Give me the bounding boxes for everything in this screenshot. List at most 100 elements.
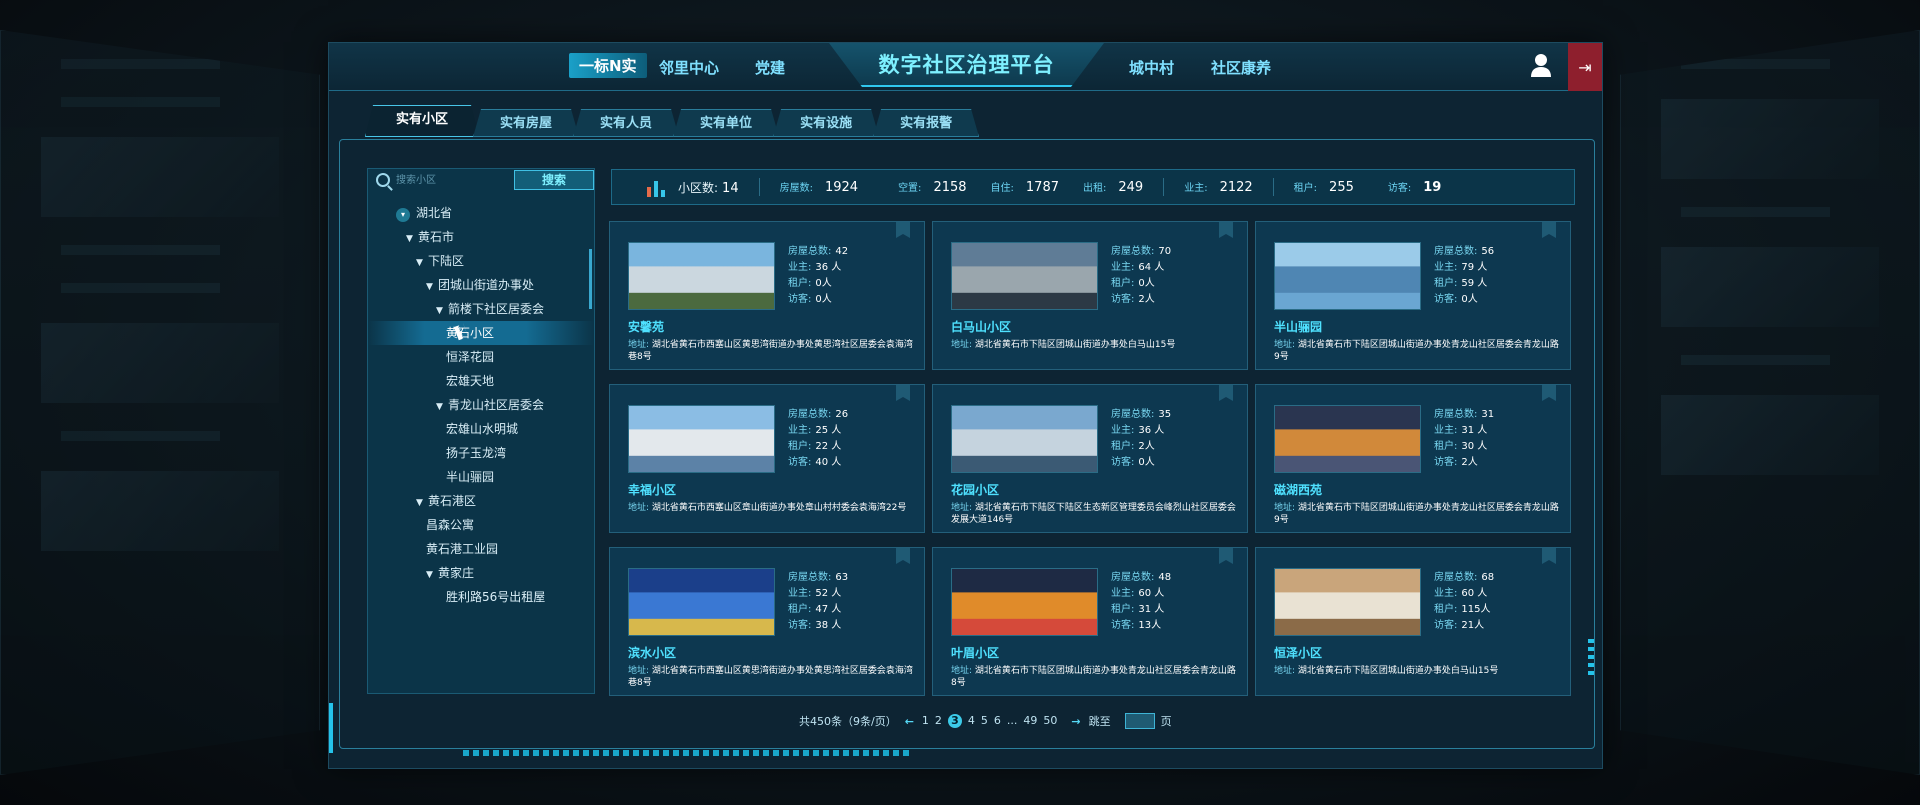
community-card[interactable]: 房屋总数: 26 业主: 25 人租户: 22 人访客: 40 人幸福小区 地址: 湖北省黄… [609,384,925,533]
nav-dangjian[interactable]: 党建 [755,57,785,78]
bookmark-icon[interactable] [896,385,910,401]
tree-node[interactable]: ▼ 团城山街道办事处 [368,273,594,297]
community-card[interactable]: 房屋总数: 56 业主: 79 人租户: 59 人访客: 0人 半山骊园 地址: 湖北省黄石市… [1255,221,1571,370]
tree-node[interactable]: 恒泽花园 [368,345,594,369]
tab-shiyou-sheshi[interactable]: 实有设施 [773,109,879,137]
frame-deco-left [329,703,333,753]
tree-node[interactable]: 黄石港工业园 [368,537,594,561]
nav-chengzhongcun[interactable]: 城中村 [1129,57,1174,78]
tree-node[interactable]: 宏雄天地 [368,369,594,393]
community-card[interactable]: 房屋总数: 48 业主: 60 人租户: 31 人访客: 13人 叶眉小区 地址: 湖北省黄石… [932,547,1248,696]
bookmark-icon[interactable] [1219,222,1233,238]
bookmark-icon[interactable] [1542,548,1556,564]
logout-icon[interactable]: ⇥ [1568,43,1602,91]
stat-divider [758,178,760,196]
community-name[interactable]: 叶眉小区 [951,644,999,661]
page-number[interactable]: 49 [1023,714,1037,727]
tab-shiyou-danwei[interactable]: 实有单位 [673,109,779,137]
visitors-label: 访客: [1111,457,1135,468]
address-value: 湖北省黄石市下陆区团城山街道办事处白马山15号 [1297,666,1499,676]
community-address: 地址: 湖北省黄石市下陆区下陆区生态新区管理委员会峰烈山社区居委会发展大道146… [951,502,1241,526]
tenants-value: 0人 [815,278,832,289]
community-name[interactable]: 安馨苑 [628,318,664,335]
community-name[interactable]: 幸福小区 [628,481,676,498]
page-number[interactable]: 50 [1043,714,1057,727]
community-card[interactable]: 房屋总数: 35 业主: 36 人租户: 2人 访客: 0人花园小区地址: 湖北省黄石市下陆… [932,384,1248,533]
user-icon[interactable] [1530,53,1552,77]
prev-page-icon[interactable]: ← [905,715,914,728]
nav-linli[interactable]: 邻里中心 [659,57,719,78]
page-number[interactable]: 4 [968,714,975,727]
search-input[interactable] [396,171,508,189]
stats-bar: 小区数: 14 房屋数: 1924 空置: 2158 自住: 1787 出租: 249 … [611,169,1575,205]
region-tree: ▾ 湖北省 ▼ 黄石市 ▼ 下陆区 ▼ 团城山街道办事处 ▼ 箭楼下社区居委会 黄石小区 恒泽花园 宏雄… [368,201,594,691]
tree-node[interactable]: ▾ 湖北省 [368,201,594,225]
tree-node[interactable]: 半山骊园 [368,465,594,489]
community-name[interactable]: 磁湖西苑 [1274,481,1322,498]
nav-yibiao[interactable]: 一标N实 [569,53,647,78]
community-name[interactable]: 恒泽小区 [1274,644,1322,661]
community-card[interactable]: 房屋总数: 31 业主: 31 人租户: 30 人访客: 2人 磁湖西苑 地址: 湖北省黄石市… [1255,384,1571,533]
owners-value: 60 人 [1138,588,1165,599]
tree-node[interactable]: 胜利路56号出租屋 [368,585,594,609]
stat-owners-value: 2122 [1219,180,1253,195]
card-stats: 房屋总数: 35 业主: 36 人租户: 2人 访客: 0人 [1111,407,1171,471]
bookmark-icon[interactable] [1542,385,1556,401]
community-address: 地址: 湖北省黄石市西塞山区章山街道办事处章山村村委会袁海湾22号 [628,502,918,514]
address-label: 地址: [628,340,650,350]
address-value: 湖北省黄石市下陆区下陆区生态新区管理委员会峰烈山社区居委会发展大道146号 [951,503,1236,525]
bookmark-icon[interactable] [896,548,910,564]
tree-node[interactable]: ▼ 青龙山社区居委会 [368,393,594,417]
owners-label: 业主: [1434,588,1458,599]
tree-node[interactable]: ▼ 黄家庄 [368,561,594,585]
community-address: 地址: 湖北省黄石市下陆区团城山街道办事处青龙山社区居委会青龙山路9号 [1274,502,1564,526]
bookmark-icon[interactable] [896,222,910,238]
tree-scrollbar[interactable] [589,249,592,309]
owners-label: 业主: [1111,425,1135,436]
bookmark-icon[interactable] [1219,548,1233,564]
tree-node[interactable]: ▼ 黄石港区 [368,489,594,513]
community-card[interactable]: 房屋总数: 63 业主: 52 人租户: 47 人访客: 38 人滨水小区 地址: 湖北省黄… [609,547,925,696]
stat-self: 自住: 1787 [991,179,1059,195]
houses-value: 26 [835,409,849,420]
bookmark-icon[interactable] [1219,385,1233,401]
nav-kangyang[interactable]: 社区康养 [1211,57,1271,78]
tree-node-label: 黄家庄 [438,566,475,580]
tree-node[interactable]: 宏雄山水明城 [368,417,594,441]
tree-node[interactable]: ▼ 下陆区 [368,249,594,273]
address-value: 湖北省黄石市西塞山区章山街道办事处章山村村委会袁海湾22号 [651,503,907,513]
tab-shiyou-baojing[interactable]: 实有报警 [873,109,979,137]
search-button[interactable]: 搜索 [514,170,594,190]
tree-node[interactable]: ▼ 箭楼下社区居委会 [368,297,594,321]
page-number[interactable]: 3 [947,714,962,728]
community-name[interactable]: 白马山小区 [951,318,1011,335]
tree-node[interactable]: 黄石小区 [368,321,594,345]
houses-label: 房屋总数: [788,572,832,583]
visitors-value: 2人 [1138,294,1155,305]
tree-node[interactable]: 扬子玉龙湾 [368,441,594,465]
right-ghost-panel [1620,30,1920,775]
next-page-icon[interactable]: → [1071,715,1080,728]
community-card[interactable]: 房屋总数: 42 业主: 36 人租户: 0人 访客: 0人 安馨苑 地址: 湖北省黄石市西塞山… [609,221,925,370]
address-value: 湖北省黄石市下陆区团城山街道办事处白马山15号 [974,340,1176,350]
tab-shiyou-fangwu[interactable]: 实有房屋 [473,109,579,137]
jump-input[interactable] [1124,713,1155,729]
page-number[interactable]: 5 [981,714,988,727]
tree-node[interactable]: ▼ 黄石市 [368,225,594,249]
community-name[interactable]: 半山骊园 [1274,318,1322,335]
visitors-label: 访客: [788,294,812,305]
community-card[interactable]: 房屋总数: 68 业主: 60 人租户: 115人 访客: 21人 恒泽小区 地址: 湖北省黄石… [1255,547,1571,696]
page-number[interactable]: 1 [922,714,929,727]
community-name[interactable]: 滨水小区 [628,644,676,661]
tab-shiyou-renyuan[interactable]: 实有人员 [573,109,679,137]
community-card[interactable]: 房屋总数: 70 业主: 64 人租户: 0人 访客: 2人 白马山小区 地址: 湖北省黄石市下… [932,221,1248,370]
card-stats: 房屋总数: 56 业主: 79 人租户: 59 人访客: 0人 [1434,244,1494,308]
tab-shiyou-xiaoqu[interactable]: 实有小区 [365,105,479,137]
page-number[interactable]: 2 [935,714,942,727]
visitors-value: 21人 [1461,620,1485,631]
page-number[interactable]: 6 [994,714,1001,727]
bookmark-icon[interactable] [1542,222,1556,238]
community-name[interactable]: 花园小区 [951,481,999,498]
tree-node[interactable]: 昌森公寓 [368,513,594,537]
address-label: 地址: [1274,666,1296,676]
